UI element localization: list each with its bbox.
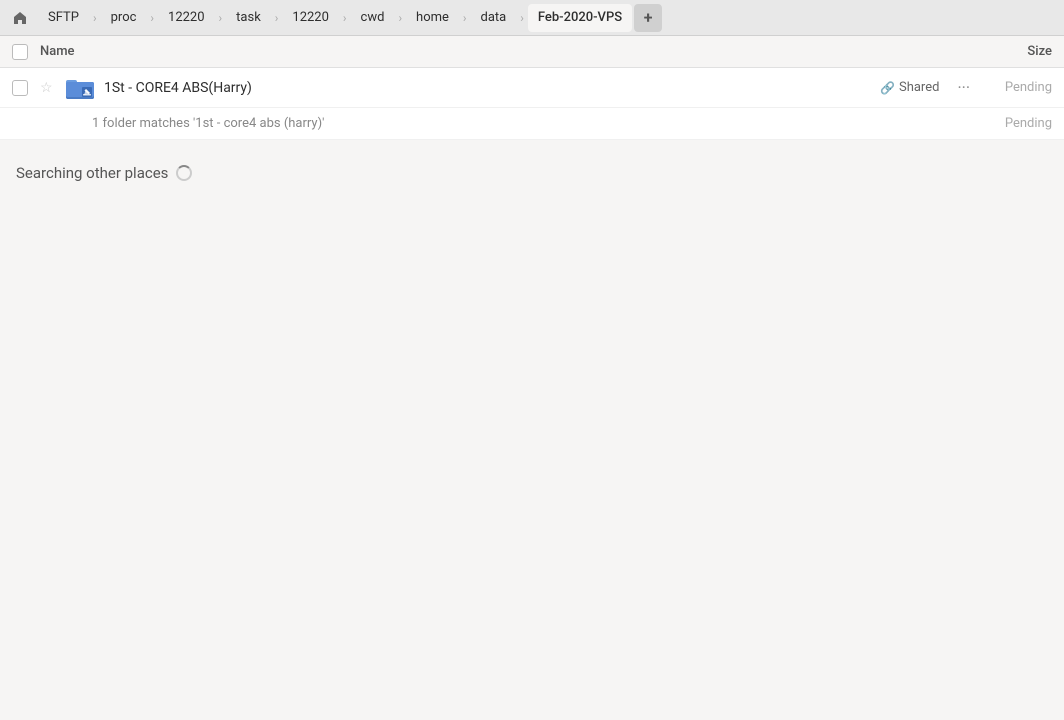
searching-section: Searching other places bbox=[0, 140, 1064, 182]
row-checkbox[interactable] bbox=[12, 80, 28, 96]
tab-feb2020vps[interactable]: Feb-2020-VPS bbox=[528, 4, 632, 32]
file-name: 1St - CORE4 ABS(Harry) bbox=[96, 80, 880, 96]
more-options-button[interactable]: ··· bbox=[951, 76, 976, 99]
tab-proc[interactable]: proc bbox=[101, 4, 147, 32]
star-icon[interactable]: ☆ bbox=[40, 80, 64, 96]
sep-2: › bbox=[148, 11, 156, 25]
sub-info-text: 1 folder matches '1st - core4 abs (harry… bbox=[92, 116, 324, 131]
sep-1: › bbox=[91, 11, 99, 25]
tab-bar: SFTP › proc › 12220 › task › 12220 › cwd… bbox=[0, 0, 1064, 36]
link-icon: 🔗 bbox=[880, 81, 895, 95]
tab-data[interactable]: data bbox=[471, 4, 517, 32]
sep-5: › bbox=[341, 11, 349, 25]
tab-task[interactable]: task bbox=[226, 4, 271, 32]
sep-4: › bbox=[273, 11, 281, 25]
name-column-header: Name bbox=[40, 44, 972, 59]
file-row[interactable]: ☆ 1St - CORE4 ABS(Harry) 🔗 Shared ··· bbox=[0, 68, 1064, 108]
tab-cwd[interactable]: cwd bbox=[351, 4, 395, 32]
tab-12220-2[interactable]: 12220 bbox=[282, 4, 339, 32]
loading-spinner bbox=[176, 165, 192, 181]
sep-6: › bbox=[396, 11, 404, 25]
header-checkbox-col bbox=[12, 44, 40, 60]
shared-badge: 🔗 Shared bbox=[880, 80, 939, 95]
file-status: Pending bbox=[992, 80, 1052, 95]
sep-8: › bbox=[518, 11, 526, 25]
searching-label: Searching other places bbox=[16, 164, 1048, 182]
file-list: ☆ 1St - CORE4 ABS(Harry) 🔗 Shared ··· bbox=[0, 68, 1064, 140]
home-tab[interactable] bbox=[4, 4, 36, 32]
searching-text: Searching other places bbox=[16, 164, 168, 182]
row-checkbox-col bbox=[12, 80, 40, 96]
sub-info-row: 1 folder matches '1st - core4 abs (harry… bbox=[0, 108, 1064, 140]
size-column-header: Size bbox=[972, 44, 1052, 59]
sep-3: › bbox=[217, 11, 225, 25]
sep-7: › bbox=[461, 11, 469, 25]
tab-sftp[interactable]: SFTP bbox=[38, 4, 89, 32]
folder-icon bbox=[64, 77, 96, 99]
tab-home[interactable]: home bbox=[406, 4, 459, 32]
tab-12220-1[interactable]: 12220 bbox=[158, 4, 215, 32]
select-all-checkbox[interactable] bbox=[12, 44, 28, 60]
sub-info-status: Pending bbox=[1005, 116, 1052, 131]
column-header: Name Size bbox=[0, 36, 1064, 68]
add-tab-button[interactable]: + bbox=[634, 4, 662, 32]
